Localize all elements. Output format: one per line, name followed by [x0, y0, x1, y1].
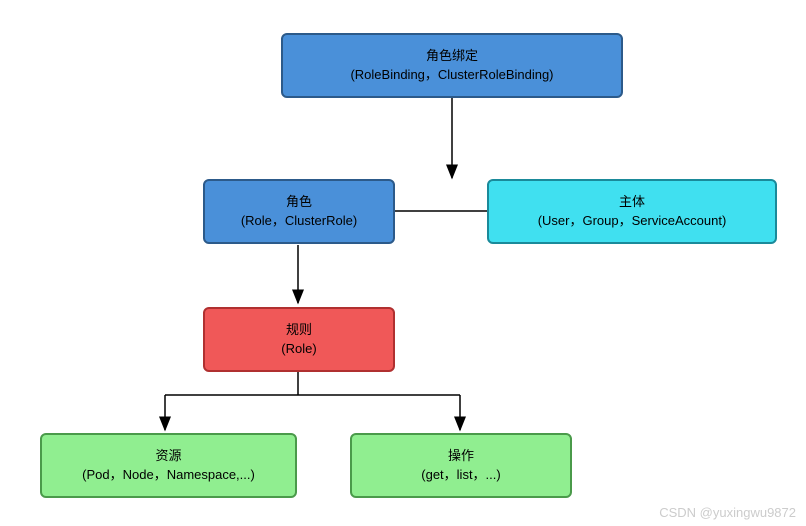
node-title: 规则	[286, 321, 312, 339]
node-title: 角色	[286, 193, 312, 211]
node-subtitle: (get，list，...)	[421, 466, 500, 484]
node-subject: 主体 (User，Group，ServiceAccount)	[487, 179, 777, 244]
node-role: 角色 (Role，ClusterRole)	[203, 179, 395, 244]
node-resource: 资源 (Pod，Node，Namespace,...)	[40, 433, 297, 498]
node-subtitle: (Role，ClusterRole)	[241, 212, 357, 230]
node-title: 操作	[448, 447, 474, 465]
node-title: 资源	[155, 447, 181, 465]
node-title: 主体	[619, 193, 645, 211]
watermark: CSDN @yuxingwu9872	[659, 505, 796, 520]
node-rule: 规则 (Role)	[203, 307, 395, 372]
node-subtitle: (RoleBinding，ClusterRoleBinding)	[350, 66, 553, 84]
node-subtitle: (User，Group，ServiceAccount)	[538, 212, 727, 230]
node-title: 角色绑定	[426, 47, 478, 65]
node-subtitle: (Pod，Node，Namespace,...)	[82, 466, 255, 484]
node-subtitle: (Role)	[281, 340, 316, 358]
node-rolebinding: 角色绑定 (RoleBinding，ClusterRoleBinding)	[281, 33, 623, 98]
node-operation: 操作 (get，list，...)	[350, 433, 572, 498]
